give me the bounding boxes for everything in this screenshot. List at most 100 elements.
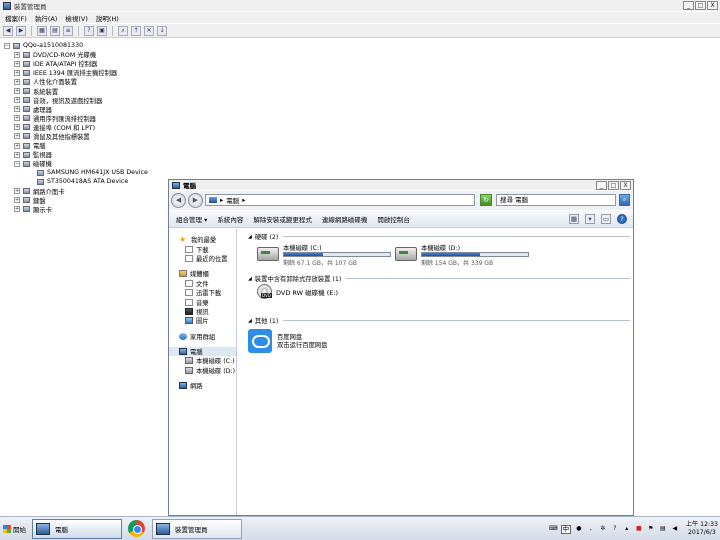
tree-item[interactable]: + 人性化介面裝置 <box>4 77 148 86</box>
tree-item[interactable]: + 處理器 <box>4 105 148 114</box>
chrome-icon[interactable] <box>128 520 145 537</box>
expand-toggle-icon[interactable]: + <box>14 51 20 58</box>
clock[interactable]: 上午 12:33 2017/6/3 <box>686 521 718 537</box>
list-icon[interactable]: ≡ <box>63 25 73 36</box>
dvd-drive[interactable]: DVD DVD RW 磁碟機 (E:) <box>257 284 338 299</box>
search-icon[interactable]: ⌕ <box>619 194 630 206</box>
tree-item[interactable]: + 連接埠 (COM 和 LPT) <box>4 123 148 132</box>
properties-icon[interactable]: ▤ <box>50 25 60 36</box>
minimize-button[interactable]: _ <box>683 1 694 10</box>
group-header-hdd[interactable]: ◢ 硬碟 (2) <box>248 232 630 241</box>
security-app-icon[interactable]: ■ <box>635 525 643 533</box>
update-driver-icon[interactable]: ↑ <box>131 25 141 36</box>
tree-item[interactable]: SAMSUNG HM641JX USB Device <box>4 168 148 177</box>
refresh-button[interactable]: ↻ <box>480 194 492 206</box>
nav-xunlei-downloads[interactable]: 迅雷下載 <box>169 288 236 297</box>
close-button[interactable]: X <box>620 181 631 190</box>
expand-toggle-icon[interactable]: + <box>14 88 20 95</box>
tree-item[interactable]: − 磁碟機 <box>4 159 148 168</box>
view-icon[interactable]: ▦ <box>37 25 47 36</box>
tree-item[interactable]: + 音效，視訊及遊戲控制器 <box>4 96 148 105</box>
expand-toggle-icon[interactable]: + <box>14 106 20 113</box>
taskbar-item-device-manager[interactable]: 裝置管理員 <box>152 519 242 539</box>
nav-music[interactable]: 音樂 <box>169 297 236 307</box>
network-icon[interactable]: ▤ <box>659 525 667 533</box>
tree-item[interactable]: + 監視器 <box>4 150 148 159</box>
group-header-other[interactable]: ◢ 其他 (1) <box>248 316 630 325</box>
tree-item[interactable]: + 電腦 <box>4 141 148 150</box>
settings-icon[interactable]: ✲ <box>599 525 607 533</box>
nav-documents[interactable]: 文件 <box>169 279 236 288</box>
expand-toggle-icon[interactable]: + <box>14 142 20 149</box>
nav-libraries[interactable]: 媒體櫃 <box>169 269 236 278</box>
ime-punctuation-icon[interactable]: , <box>587 525 595 533</box>
search-input[interactable]: 搜尋 電腦 <box>496 194 616 206</box>
nav-network[interactable]: 網路 <box>169 381 236 390</box>
tree-item[interactable]: + 鍵盤 <box>4 196 148 205</box>
group-header-removable[interactable]: ◢ 裝置中含有卸除式存放裝置 (1) <box>248 274 630 283</box>
uninstall-program-button[interactable]: 解除安裝或變更程式 <box>253 214 312 224</box>
expand-toggle-icon[interactable]: + <box>14 188 20 195</box>
expand-toggle-icon[interactable]: + <box>14 60 20 67</box>
expand-toggle-icon[interactable]: + <box>14 133 20 140</box>
tree-item[interactable]: + DVD/CD-ROM 光碟機 <box>4 50 148 59</box>
nav-drive-d[interactable]: 本機磁碟 (D:) <box>169 366 236 375</box>
computer-titlebar[interactable]: 電腦 _ □ X <box>169 180 633 190</box>
ime-indicator[interactable]: 中 <box>560 524 571 534</box>
menu-action[interactable]: 執行(A) <box>35 13 58 23</box>
flag-icon[interactable]: ⚑ <box>647 525 655 533</box>
nav-favorites[interactable]: ★ 我的最愛 <box>169 235 236 245</box>
device-icon[interactable]: ▣ <box>97 25 107 36</box>
device-manager-titlebar[interactable]: 裝置管理員 _ □ X <box>0 0 720 11</box>
expand-toggle-icon[interactable]: − <box>14 160 20 167</box>
expand-toggle-icon[interactable]: + <box>14 124 20 131</box>
open-control-panel-button[interactable]: 開啟控制台 <box>377 214 410 224</box>
nav-drive-c[interactable]: 本機磁碟 (C:) <box>169 356 236 365</box>
help-icon[interactable]: ? <box>611 525 619 533</box>
tree-item[interactable]: + 顯示卡 <box>4 205 148 214</box>
tree-item[interactable]: + 系統裝置 <box>4 86 148 96</box>
back-icon[interactable]: ◀ <box>3 25 13 36</box>
chevron-down-icon[interactable]: ▾ <box>585 214 595 224</box>
organize-button[interactable]: 組合管理 ▾ <box>176 214 207 224</box>
help-icon[interactable]: ? <box>617 214 627 224</box>
forward-button[interactable]: ▶ <box>188 193 203 208</box>
nav-downloads[interactable]: 下載 <box>169 244 236 254</box>
ime-mode-icon[interactable]: ● <box>575 525 583 533</box>
tree-item[interactable]: + 滑鼠及其他指標裝置 <box>4 132 148 141</box>
tree-item[interactable]: + IEEE 1394 匯流排主機控制器 <box>4 68 148 77</box>
map-network-drive-button[interactable]: 連線網路磁碟機 <box>322 214 368 224</box>
forward-icon[interactable]: ▶ <box>16 25 26 36</box>
expand-toggle-icon[interactable]: + <box>14 151 20 158</box>
nav-recent[interactable]: 最近的位置 <box>169 254 236 263</box>
expand-toggle-icon[interactable]: + <box>14 115 20 122</box>
nav-computer[interactable]: 電腦 <box>169 346 236 357</box>
back-button[interactable]: ◀ <box>171 193 186 208</box>
minimize-button[interactable]: _ <box>596 181 607 190</box>
disable-icon[interactable]: ↓ <box>157 25 167 36</box>
tree-item[interactable]: + 通用序列匯流排控制器 <box>4 114 148 123</box>
uninstall-icon[interactable]: ✕ <box>144 25 154 36</box>
menu-view[interactable]: 檢視(V) <box>65 13 88 23</box>
drive-c[interactable]: 本機磁碟 (C:) 剩餘 67.1 GB，共 107 GB <box>257 243 391 267</box>
drive-d[interactable]: 本機磁碟 (D:) 剩餘 154 GB，共 339 GB <box>395 243 529 267</box>
help-icon[interactable]: ? <box>84 25 94 36</box>
close-button[interactable]: X <box>707 1 718 10</box>
expand-toggle-icon[interactable]: + <box>14 78 20 85</box>
volume-icon[interactable]: ◀ <box>671 525 679 533</box>
expand-toggle-icon[interactable]: + <box>14 69 20 76</box>
expand-toggle-icon[interactable]: + <box>14 197 20 204</box>
tree-item[interactable]: ST3500418AS ATA Device <box>4 177 148 186</box>
nav-homegroup[interactable]: 家用群組 <box>169 332 236 341</box>
nav-videos[interactable]: 視訊 <box>169 307 236 316</box>
menu-help[interactable]: 說明(H) <box>96 13 119 23</box>
language-bar-icon[interactable]: ⌨ <box>549 525 558 533</box>
expand-toggle-icon[interactable]: + <box>14 206 20 213</box>
maximize-button[interactable]: □ <box>695 1 706 10</box>
address-bar[interactable]: ▸ 電腦 ▸ <box>205 194 475 206</box>
preview-pane-icon[interactable]: ▭ <box>601 214 611 224</box>
expand-toggle-icon[interactable]: + <box>14 97 20 104</box>
tree-item[interactable]: + IDE ATA/ATAPI 控制器 <box>4 59 148 68</box>
menu-file[interactable]: 檔案(F) <box>5 13 27 23</box>
scan-hardware-icon[interactable]: ⌕ <box>118 25 128 36</box>
